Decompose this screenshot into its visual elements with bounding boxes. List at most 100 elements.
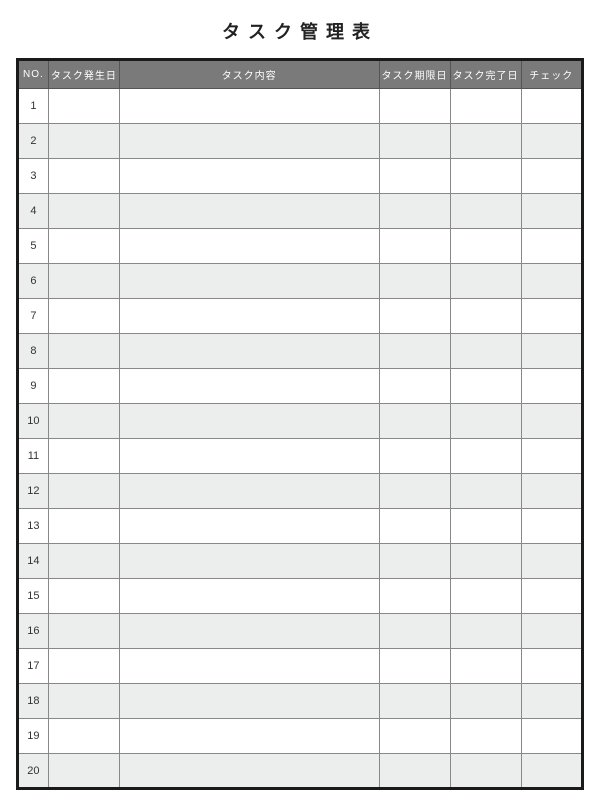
cell-no: 11 [18, 439, 49, 474]
cell-no: 20 [18, 754, 49, 789]
table-row: 2 [18, 124, 583, 159]
cell-no: 10 [18, 404, 49, 439]
cell-done-date [450, 334, 521, 369]
cell-content [119, 124, 379, 159]
cell-done-date [450, 579, 521, 614]
cell-due-date [379, 614, 450, 649]
cell-done-date [450, 404, 521, 439]
table-row: 10 [18, 404, 583, 439]
cell-due-date [379, 369, 450, 404]
cell-occur-date [48, 439, 119, 474]
cell-done-date [450, 544, 521, 579]
cell-no: 14 [18, 544, 49, 579]
cell-no: 6 [18, 264, 49, 299]
cell-check [521, 89, 582, 124]
cell-no: 3 [18, 159, 49, 194]
cell-no: 17 [18, 649, 49, 684]
col-header-content: タスク内容 [119, 60, 379, 89]
cell-done-date [450, 754, 521, 789]
cell-occur-date [48, 159, 119, 194]
cell-due-date [379, 684, 450, 719]
cell-check [521, 509, 582, 544]
table-row: 7 [18, 299, 583, 334]
cell-done-date [450, 124, 521, 159]
cell-due-date [379, 124, 450, 159]
cell-done-date [450, 194, 521, 229]
cell-due-date [379, 509, 450, 544]
table-row: 5 [18, 229, 583, 264]
cell-no: 9 [18, 369, 49, 404]
cell-content [119, 264, 379, 299]
cell-due-date [379, 299, 450, 334]
page-title: タスク管理表 [16, 18, 584, 44]
table-row: 13 [18, 509, 583, 544]
cell-check [521, 579, 582, 614]
cell-occur-date [48, 299, 119, 334]
cell-check [521, 544, 582, 579]
cell-occur-date [48, 579, 119, 614]
cell-content [119, 369, 379, 404]
cell-due-date [379, 194, 450, 229]
col-header-due-date: タスク期限日 [379, 60, 450, 89]
cell-content [119, 649, 379, 684]
cell-occur-date [48, 124, 119, 159]
cell-occur-date [48, 754, 119, 789]
cell-check [521, 439, 582, 474]
cell-due-date [379, 439, 450, 474]
cell-no: 18 [18, 684, 49, 719]
cell-occur-date [48, 264, 119, 299]
cell-occur-date [48, 404, 119, 439]
table-row: 18 [18, 684, 583, 719]
cell-done-date [450, 719, 521, 754]
cell-content [119, 614, 379, 649]
cell-check [521, 194, 582, 229]
cell-no: 15 [18, 579, 49, 614]
table-row: 15 [18, 579, 583, 614]
table-row: 20 [18, 754, 583, 789]
cell-check [521, 264, 582, 299]
cell-occur-date [48, 369, 119, 404]
cell-content [119, 334, 379, 369]
cell-content [119, 299, 379, 334]
cell-occur-date [48, 194, 119, 229]
col-header-no: NO. [18, 60, 49, 89]
cell-occur-date [48, 474, 119, 509]
cell-occur-date [48, 684, 119, 719]
cell-content [119, 754, 379, 789]
cell-check [521, 719, 582, 754]
col-header-check: チェック [521, 60, 582, 89]
cell-occur-date [48, 509, 119, 544]
cell-due-date [379, 264, 450, 299]
cell-no: 5 [18, 229, 49, 264]
cell-done-date [450, 369, 521, 404]
cell-occur-date [48, 544, 119, 579]
cell-content [119, 229, 379, 264]
cell-due-date [379, 334, 450, 369]
cell-done-date [450, 474, 521, 509]
cell-due-date [379, 579, 450, 614]
cell-due-date [379, 229, 450, 264]
cell-due-date [379, 649, 450, 684]
cell-done-date [450, 264, 521, 299]
cell-content [119, 719, 379, 754]
cell-content [119, 684, 379, 719]
col-header-done-date: タスク完了日 [450, 60, 521, 89]
cell-content [119, 544, 379, 579]
table-row: 19 [18, 719, 583, 754]
cell-occur-date [48, 649, 119, 684]
cell-due-date [379, 474, 450, 509]
cell-no: 12 [18, 474, 49, 509]
cell-done-date [450, 649, 521, 684]
cell-done-date [450, 159, 521, 194]
cell-done-date [450, 614, 521, 649]
table-row: 16 [18, 614, 583, 649]
cell-no: 16 [18, 614, 49, 649]
table-row: 11 [18, 439, 583, 474]
task-table: NO. タスク発生日 タスク内容 タスク期限日 タスク完了日 チェック 1234… [16, 58, 584, 790]
table-row: 4 [18, 194, 583, 229]
cell-due-date [379, 754, 450, 789]
cell-check [521, 649, 582, 684]
table-row: 8 [18, 334, 583, 369]
cell-check [521, 124, 582, 159]
cell-no: 4 [18, 194, 49, 229]
